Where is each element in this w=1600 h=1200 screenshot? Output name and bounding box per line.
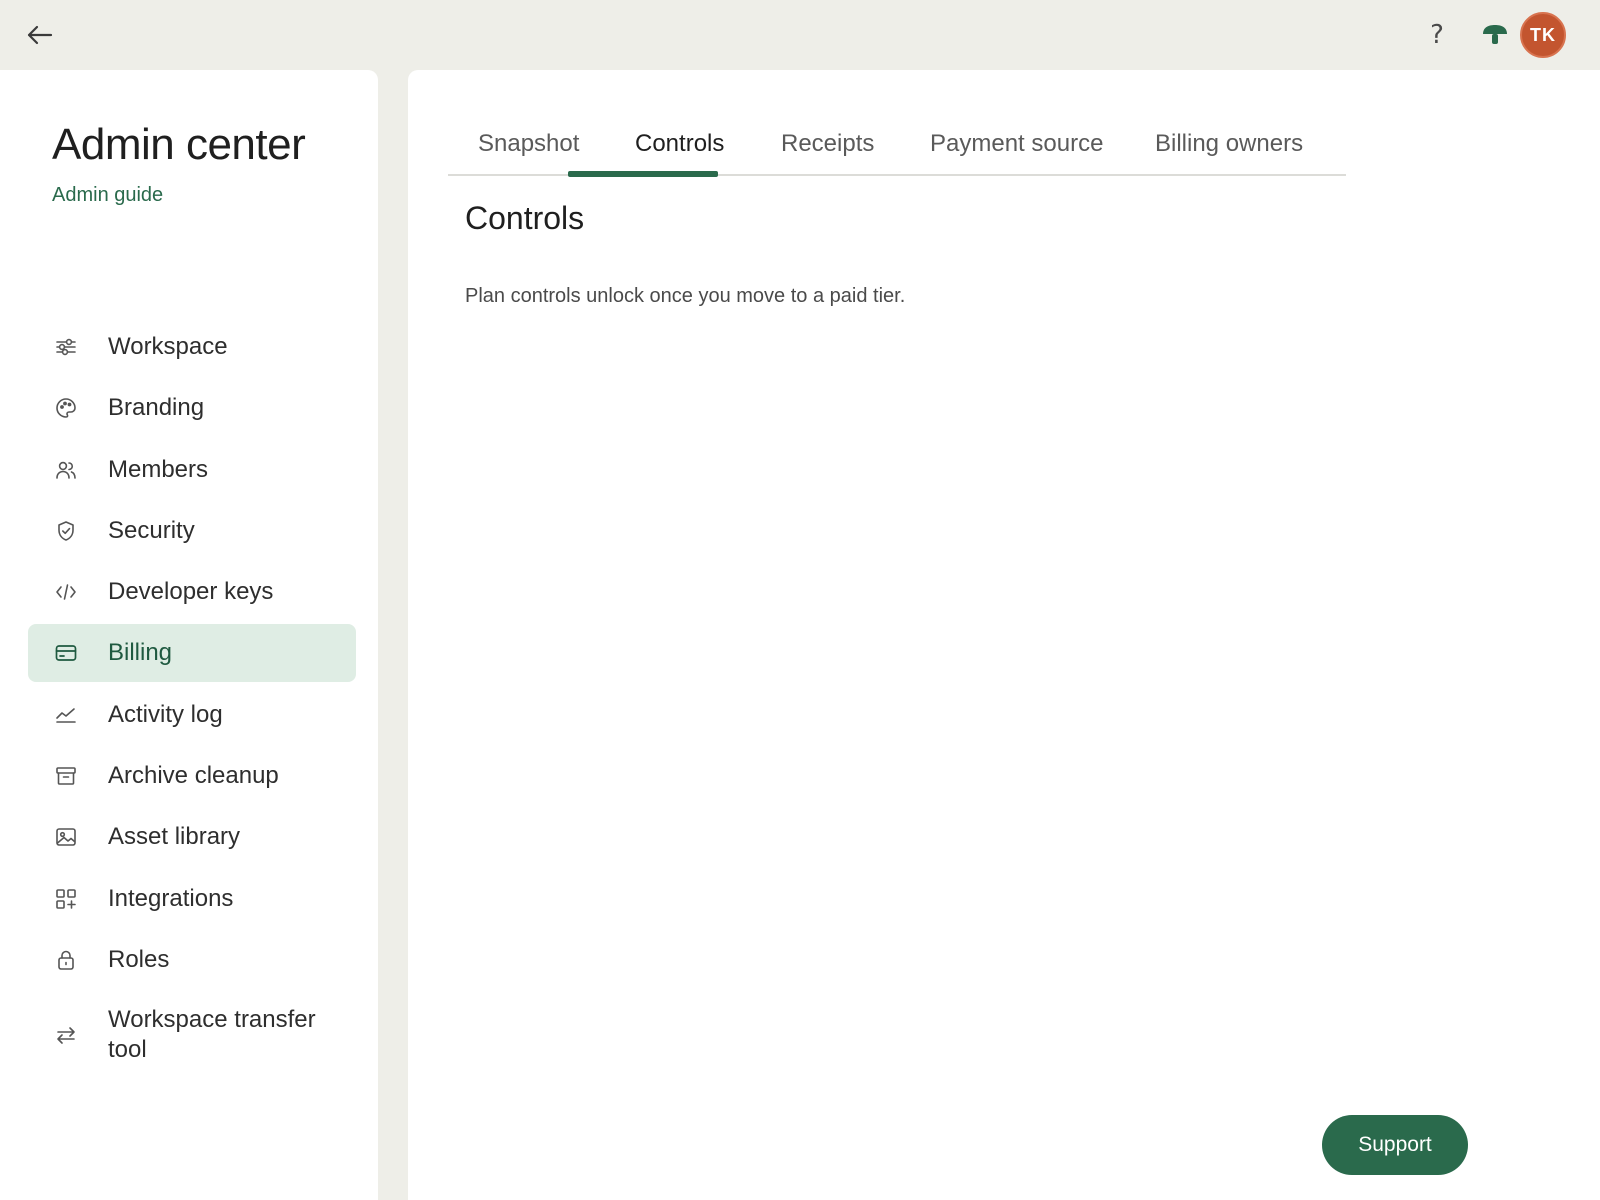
mushroom-icon <box>1483 25 1507 44</box>
shield-check-icon <box>54 519 78 543</box>
sidebar-item-label: Archive cleanup <box>108 762 279 790</box>
admin-guide-link[interactable]: Admin guide <box>52 184 163 207</box>
page-title: Admin center <box>52 120 306 169</box>
sidebar-item-members[interactable]: Members <box>28 441 356 499</box>
sidebar-nav: Workspace Branding Members Security Deve… <box>28 318 356 1078</box>
sidebar-item-security[interactable]: Security <box>28 502 356 560</box>
sidebar-item-label: Roles <box>108 945 170 973</box>
sidebar-item-archive-cleanup[interactable]: Archive cleanup <box>28 747 356 805</box>
sidebar-item-label: Developer keys <box>108 578 274 606</box>
users-icon <box>54 458 78 482</box>
tab-snapshot[interactable]: Snapshot <box>478 130 579 158</box>
sidebar-item-label: Billing <box>108 639 173 667</box>
sidebar-item-label: Security <box>108 516 195 544</box>
sidebar-item-label: Activity log <box>108 700 223 728</box>
image-icon <box>54 825 78 849</box>
apps-add-icon <box>54 887 78 911</box>
sidebar-item-label: Members <box>108 455 209 483</box>
avatar[interactable]: TK <box>1520 12 1566 58</box>
archive-icon <box>54 764 78 788</box>
credit-card-icon <box>54 641 78 665</box>
sidebar-item-workspace[interactable]: Workspace <box>28 318 356 376</box>
active-tab-indicator <box>568 171 718 177</box>
sidebar-item-asset-library[interactable]: Asset library <box>28 808 356 866</box>
tab-receipts[interactable]: Receipts <box>781 130 874 158</box>
main-panel: Snapshot Controls Receipts Payment sourc… <box>408 70 1600 1200</box>
sidebar-item-activity-log[interactable]: Activity log <box>28 686 356 744</box>
section-description: Plan controls unlock once you move to a … <box>465 285 906 307</box>
sidebar: Admin center Admin guide Workspace Brand… <box>0 70 378 1200</box>
top-bar: ? TK <box>0 0 1600 70</box>
sidebar-item-workspace-transfer-tool[interactable]: Workspace transfer tool <box>28 995 356 1075</box>
sidebar-item-label: Workspace <box>108 333 228 360</box>
support-button[interactable]: Support <box>1322 1115 1468 1175</box>
help-button[interactable]: ? <box>1420 18 1454 52</box>
sidebar-item-label: Workspace transfer tool <box>108 1005 316 1063</box>
sidebar-item-developer-keys[interactable]: Developer keys <box>28 563 356 621</box>
lock-icon <box>54 948 78 972</box>
tab-payment-source[interactable]: Payment source <box>930 130 1103 158</box>
tab-controls[interactable]: Controls <box>635 130 724 158</box>
line-chart-icon <box>54 703 78 727</box>
sidebar-item-integrations[interactable]: Integrations <box>28 870 356 928</box>
sidebar-item-label: Branding <box>108 394 205 422</box>
code-icon <box>54 580 78 604</box>
back-button[interactable] <box>22 20 56 50</box>
sidebar-item-label: Integrations <box>108 884 234 912</box>
tab-bar: Snapshot Controls Receipts Payment sourc… <box>448 120 1346 176</box>
sliders-icon <box>54 335 78 359</box>
section-title: Controls <box>465 200 585 236</box>
arrow-left-icon <box>27 25 53 45</box>
transfer-arrows-icon <box>54 1023 78 1047</box>
sidebar-item-billing[interactable]: Billing <box>28 624 356 683</box>
sidebar-item-branding[interactable]: Branding <box>28 379 356 437</box>
palette-icon <box>54 396 78 420</box>
tab-billing-owners[interactable]: Billing owners <box>1155 130 1303 158</box>
mushroom-button[interactable] <box>1478 20 1512 50</box>
sidebar-item-label: Asset library <box>108 823 241 851</box>
sidebar-item-roles[interactable]: Roles <box>28 931 356 989</box>
